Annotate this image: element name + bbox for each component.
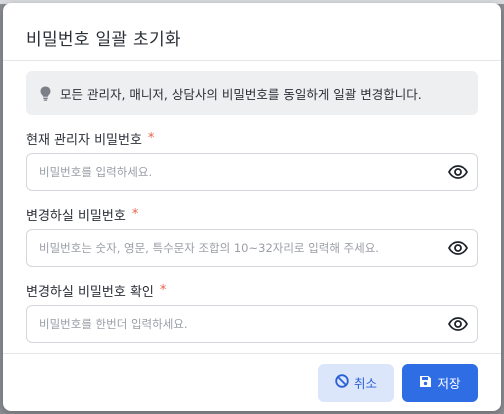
- required-mark: *: [131, 206, 139, 222]
- field-label: 변경하실 비밀번호 확인 *: [26, 279, 478, 301]
- modal-title: 비밀번호 일괄 초기화: [26, 30, 181, 50]
- current-password-field: 현재 관리자 비밀번호 *: [26, 127, 478, 191]
- required-mark: *: [147, 130, 155, 146]
- confirm-password-input-wrap: [26, 305, 478, 343]
- notice-box: 모든 관리자, 매니저, 상담사의 비밀번호를 동일하게 일괄 변경합니다.: [26, 71, 478, 115]
- current-password-input-wrap: [26, 153, 478, 191]
- eye-icon[interactable]: [447, 161, 469, 183]
- save-button-label: 저장: [437, 376, 461, 391]
- new-password-input-wrap: [26, 229, 478, 267]
- eye-icon[interactable]: [447, 237, 469, 259]
- eye-icon[interactable]: [447, 313, 469, 335]
- field-label: 변경하실 비밀번호 *: [26, 203, 478, 225]
- required-mark: *: [159, 282, 167, 298]
- cancel-button-label: 취소: [353, 376, 377, 391]
- field-label: 현재 관리자 비밀번호 *: [26, 127, 478, 149]
- confirm-password-label: 변경하실 비밀번호 확인: [26, 284, 154, 300]
- confirm-password-field: 변경하실 비밀번호 확인 *: [26, 279, 478, 343]
- new-password-label: 변경하실 비밀번호: [26, 208, 126, 224]
- ban-icon: [335, 374, 349, 391]
- password-reset-modal: 비밀번호 일괄 초기화 모든 관리자, 매니저, 상담사의 비밀번호를 동일하게…: [3, 3, 501, 411]
- current-password-label: 현재 관리자 비밀번호: [26, 132, 142, 148]
- new-password-input[interactable]: [39, 241, 447, 255]
- lightbulb-icon: [38, 85, 52, 101]
- current-password-input[interactable]: [39, 165, 447, 179]
- confirm-password-input[interactable]: [39, 317, 447, 331]
- notice-text: 모든 관리자, 매니저, 상담사의 비밀번호를 동일하게 일괄 변경합니다.: [60, 86, 422, 102]
- cancel-button[interactable]: 취소: [318, 363, 394, 402]
- new-password-field: 변경하실 비밀번호 *: [26, 203, 478, 267]
- save-button[interactable]: 저장: [402, 363, 478, 402]
- save-icon: [419, 375, 432, 391]
- modal-body: 모든 관리자, 매니저, 상담사의 비밀번호를 동일하게 일괄 변경합니다. 현…: [3, 71, 501, 343]
- modal-footer: 취소 저장: [3, 353, 501, 411]
- modal-header: 비밀번호 일괄 초기화: [3, 3, 501, 61]
